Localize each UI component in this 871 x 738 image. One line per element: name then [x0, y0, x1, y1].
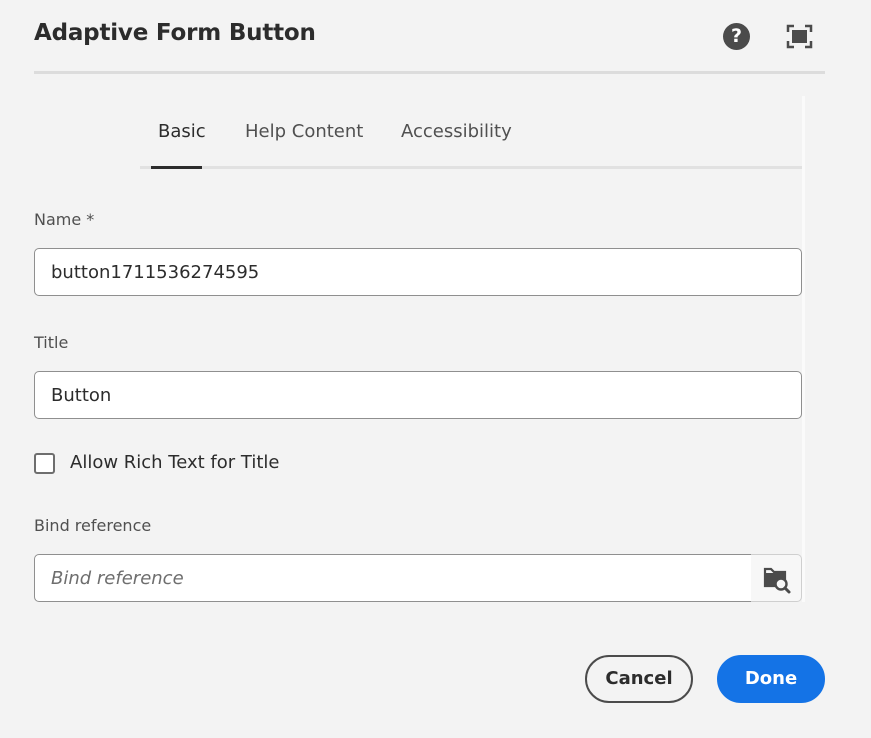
dialog-content: Basic Help Content Accessibility Name * … [0, 96, 805, 602]
title-field[interactable] [34, 371, 802, 419]
done-button[interactable]: Done [717, 655, 825, 703]
cancel-button[interactable]: Cancel [585, 655, 693, 703]
title-label: Title [34, 333, 69, 352]
name-label: Name * [34, 210, 95, 229]
name-field[interactable] [34, 248, 802, 296]
folder-search-icon [763, 567, 791, 594]
tab-basic[interactable]: Basic [158, 121, 206, 142]
tab-bar-divider [140, 166, 802, 169]
tab-bar: Basic Help Content Accessibility [140, 96, 802, 170]
bind-reference-field[interactable] [34, 554, 752, 602]
allow-rich-text-label[interactable]: Allow Rich Text for Title [70, 452, 279, 473]
help-icon[interactable]: ? [723, 23, 750, 50]
allow-rich-text-checkbox[interactable] [34, 453, 55, 474]
bind-reference-label: Bind reference [34, 516, 152, 535]
tab-help-content[interactable]: Help Content [245, 121, 363, 142]
header-divider [34, 71, 825, 74]
fullscreen-icon[interactable] [786, 24, 813, 49]
adaptive-form-button-dialog: Adaptive Form Button ? Basic Help Conten… [0, 0, 871, 738]
active-tab-indicator [151, 166, 202, 169]
bind-reference-browse-button[interactable] [751, 554, 802, 602]
content-scrollbar[interactable] [802, 96, 805, 602]
tab-accessibility[interactable]: Accessibility [401, 121, 512, 142]
dialog-title: Adaptive Form Button [34, 20, 316, 46]
